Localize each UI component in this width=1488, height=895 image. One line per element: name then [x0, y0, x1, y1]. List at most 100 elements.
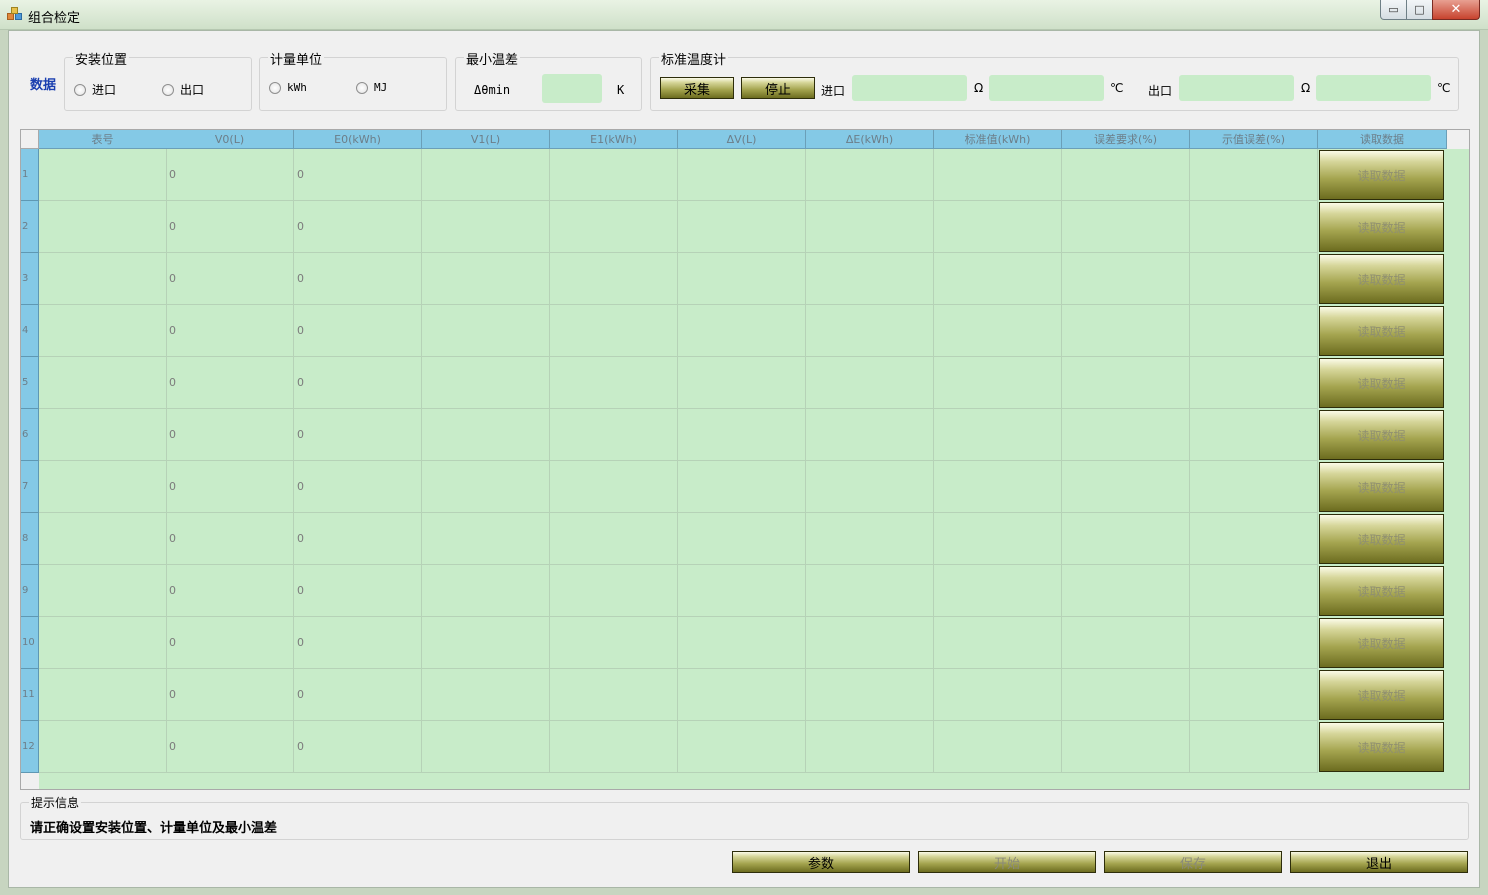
- table-cell[interactable]: [1062, 565, 1190, 617]
- table-cell[interactable]: 0: [294, 565, 422, 617]
- table-cell[interactable]: [806, 253, 934, 305]
- table-cell[interactable]: [550, 409, 678, 461]
- table-cell[interactable]: [422, 253, 550, 305]
- table-cell[interactable]: [422, 513, 550, 565]
- column-header[interactable]: 标准值(kWh): [934, 130, 1062, 149]
- table-cell[interactable]: [934, 513, 1062, 565]
- table-cell[interactable]: 0: [294, 409, 422, 461]
- table-cell[interactable]: [39, 721, 167, 773]
- table-cell[interactable]: [934, 617, 1062, 669]
- table-cell[interactable]: [678, 409, 806, 461]
- table-cell[interactable]: [550, 617, 678, 669]
- read-data-button[interactable]: 读取数据: [1319, 410, 1444, 460]
- table-cell[interactable]: [1062, 669, 1190, 721]
- table-cell[interactable]: 0: [166, 617, 294, 669]
- stop-button[interactable]: 停止: [741, 77, 815, 99]
- table-cell[interactable]: [39, 305, 167, 357]
- table-cell[interactable]: 0: [294, 149, 422, 201]
- table-cell[interactable]: [934, 253, 1062, 305]
- start-button[interactable]: 开始: [918, 851, 1096, 873]
- row-header[interactable]: 7: [21, 461, 39, 513]
- radio-kwh[interactable]: kWh: [269, 81, 307, 94]
- table-cell[interactable]: [1062, 253, 1190, 305]
- read-data-button[interactable]: 读取数据: [1319, 150, 1444, 200]
- exit-button[interactable]: 退出: [1290, 851, 1468, 873]
- table-cell[interactable]: [934, 461, 1062, 513]
- row-header[interactable]: 3: [21, 253, 39, 305]
- table-cell[interactable]: [39, 201, 167, 253]
- table-cell[interactable]: [39, 357, 167, 409]
- table-cell[interactable]: 0: [294, 617, 422, 669]
- table-cell[interactable]: [1190, 201, 1318, 253]
- table-cell[interactable]: [550, 461, 678, 513]
- table-cell[interactable]: [678, 721, 806, 773]
- column-header[interactable]: 示值误差(%): [1190, 130, 1318, 149]
- table-cell[interactable]: [1062, 513, 1190, 565]
- table-cell[interactable]: [1062, 461, 1190, 513]
- table-cell[interactable]: 0: [166, 305, 294, 357]
- table-cell[interactable]: [806, 201, 934, 253]
- table-cell[interactable]: [806, 461, 934, 513]
- table-cell[interactable]: 0: [166, 201, 294, 253]
- read-data-button[interactable]: 读取数据: [1319, 722, 1444, 772]
- column-header[interactable]: E0(kWh): [294, 130, 422, 149]
- row-header[interactable]: 8: [21, 513, 39, 565]
- table-cell[interactable]: [678, 201, 806, 253]
- table-cell[interactable]: [1190, 461, 1318, 513]
- table-cell[interactable]: [1062, 357, 1190, 409]
- table-cell[interactable]: [39, 253, 167, 305]
- table-cell[interactable]: [1062, 149, 1190, 201]
- table-cell[interactable]: 0: [166, 253, 294, 305]
- table-cell[interactable]: [422, 201, 550, 253]
- row-header[interactable]: 6: [21, 409, 39, 461]
- table-cell[interactable]: [422, 669, 550, 721]
- outlet-celsius-input[interactable]: [1316, 75, 1431, 101]
- table-cell[interactable]: 0: [166, 565, 294, 617]
- table-cell[interactable]: [678, 357, 806, 409]
- table-cell[interactable]: [39, 149, 167, 201]
- table-cell[interactable]: [1190, 149, 1318, 201]
- table-cell[interactable]: [1062, 409, 1190, 461]
- table-cell[interactable]: [806, 669, 934, 721]
- read-data-button[interactable]: 读取数据: [1319, 618, 1444, 668]
- table-cell[interactable]: 0: [294, 669, 422, 721]
- table-cell[interactable]: [806, 565, 934, 617]
- read-data-button[interactable]: 读取数据: [1319, 462, 1444, 512]
- table-cell[interactable]: 0: [166, 149, 294, 201]
- table-cell[interactable]: [422, 409, 550, 461]
- table-cell[interactable]: 0: [166, 357, 294, 409]
- params-button[interactable]: 参数: [732, 851, 910, 873]
- radio-inlet[interactable]: 进口: [74, 81, 116, 98]
- table-cell[interactable]: [550, 721, 678, 773]
- table-cell[interactable]: [934, 357, 1062, 409]
- table-cell[interactable]: [934, 565, 1062, 617]
- table-cell[interactable]: [422, 149, 550, 201]
- table-cell[interactable]: [422, 357, 550, 409]
- table-cell[interactable]: [422, 565, 550, 617]
- column-header[interactable]: 读取数据: [1318, 130, 1447, 149]
- column-header[interactable]: 误差要求(%): [1062, 130, 1190, 149]
- table-cell[interactable]: [806, 305, 934, 357]
- maximize-button[interactable]: □: [1406, 0, 1433, 20]
- table-cell[interactable]: 0: [294, 201, 422, 253]
- row-header[interactable]: 4: [21, 305, 39, 357]
- table-cell[interactable]: [678, 149, 806, 201]
- table-cell[interactable]: [1190, 513, 1318, 565]
- table-cell[interactable]: [39, 409, 167, 461]
- table-cell[interactable]: [1190, 669, 1318, 721]
- table-cell[interactable]: [678, 669, 806, 721]
- table-cell[interactable]: [678, 565, 806, 617]
- table-cell[interactable]: [1190, 357, 1318, 409]
- table-cell[interactable]: [550, 253, 678, 305]
- read-data-button[interactable]: 读取数据: [1319, 514, 1444, 564]
- table-cell[interactable]: 0: [166, 721, 294, 773]
- read-data-button[interactable]: 读取数据: [1319, 566, 1444, 616]
- table-cell[interactable]: [1190, 617, 1318, 669]
- table-cell[interactable]: 0: [294, 513, 422, 565]
- table-cell[interactable]: [550, 565, 678, 617]
- table-cell[interactable]: [1190, 409, 1318, 461]
- table-cell[interactable]: [550, 149, 678, 201]
- table-cell[interactable]: [39, 617, 167, 669]
- radio-mj[interactable]: MJ: [356, 81, 387, 94]
- save-button[interactable]: 保存: [1104, 851, 1282, 873]
